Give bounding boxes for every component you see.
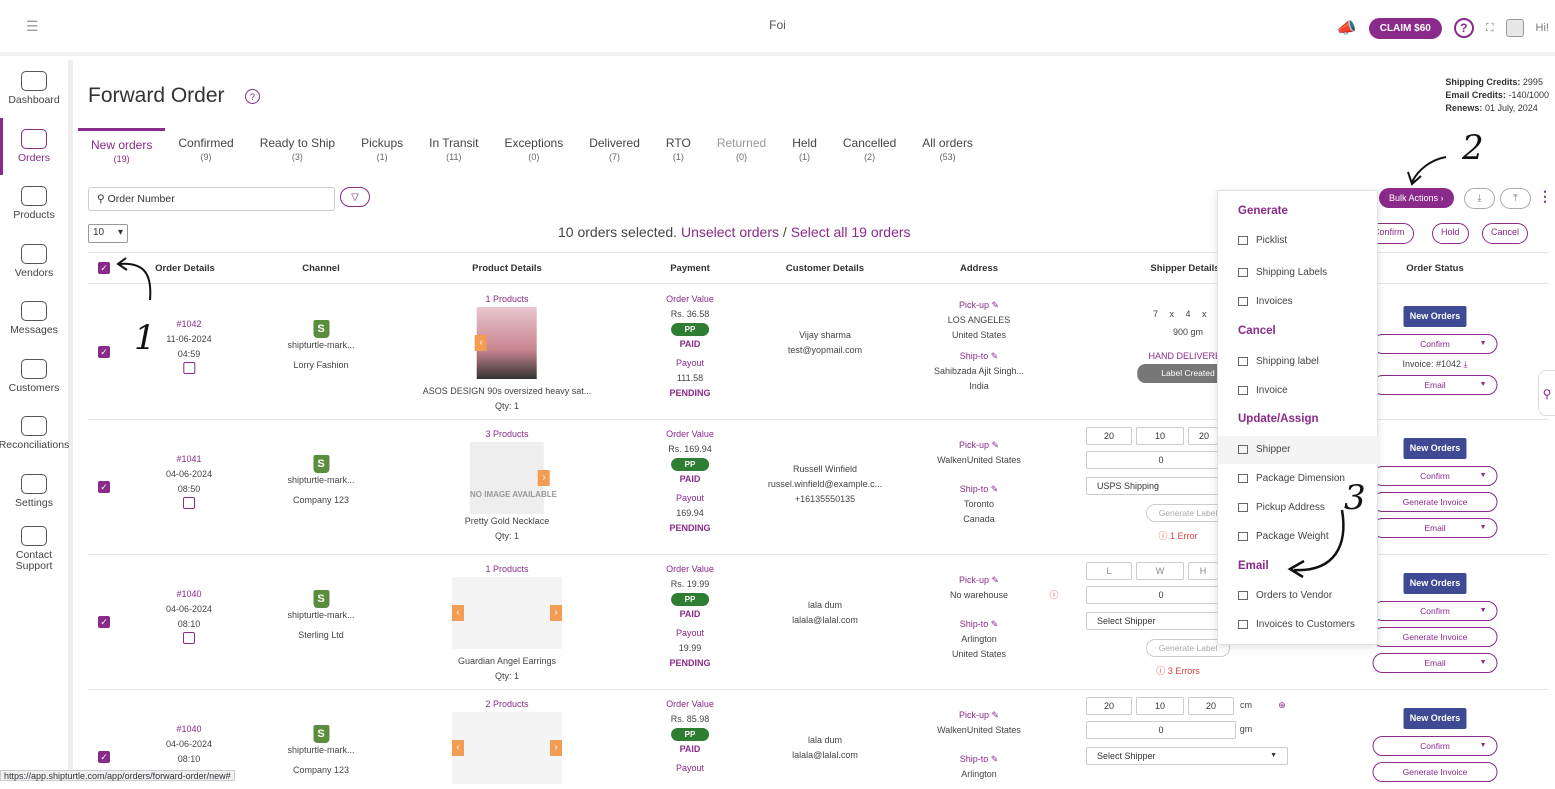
status-bar-url: https://app.shipturtle.com/app/orders/fo… bbox=[0, 770, 235, 781]
annotation-step-2: 2 bbox=[1462, 128, 1484, 168]
annotation-step-3: 3 bbox=[1344, 478, 1366, 518]
annotation-step-1: 1 bbox=[134, 318, 156, 358]
annotation-arrows bbox=[0, 0, 1555, 781]
